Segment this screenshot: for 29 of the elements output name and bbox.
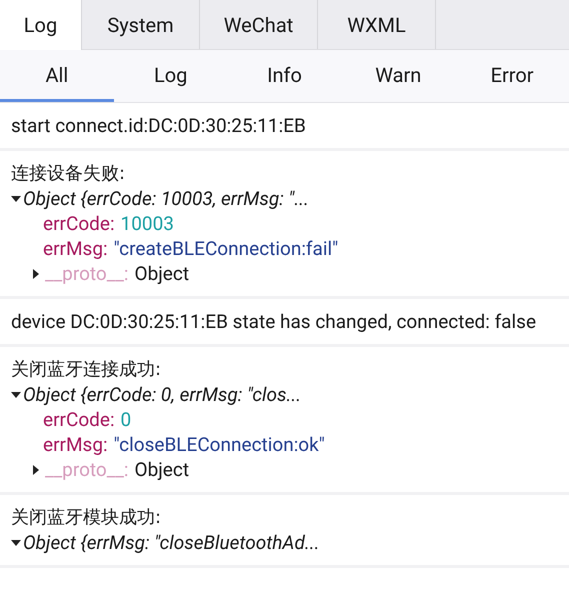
property-key: errMsg: <box>43 236 108 261</box>
caret-right-icon[interactable] <box>31 464 41 474</box>
property-value: 0 <box>120 407 132 432</box>
log-title: 连接设备失败: <box>11 162 126 186</box>
caret-down-icon[interactable] <box>11 538 21 548</box>
object-summary[interactable]: Object {errCode: 0, errMsg: "clos... <box>23 382 302 407</box>
property-value: Object <box>134 457 190 482</box>
filter-tab[interactable]: Log <box>114 50 228 102</box>
property-value: 10003 <box>120 211 174 236</box>
filter-tab[interactable]: Info <box>228 50 342 102</box>
filter-tab[interactable]: Warn <box>341 50 456 102</box>
tab[interactable]: Log <box>0 0 82 50</box>
log-title: 关闭蓝牙连接成功: <box>11 358 162 382</box>
caret-right-icon[interactable] <box>31 268 41 278</box>
object-summary[interactable]: Object {errMsg: "closeBluetoothAd... <box>23 530 320 555</box>
object-summary[interactable]: Object {errCode: 10003, errMsg: "... <box>23 186 309 211</box>
caret-down-icon[interactable] <box>11 194 21 204</box>
log-text: device DC:0D:30:25:11:EB state has changed, connected: false <box>11 309 538 334</box>
property-key: errCode: <box>43 211 115 236</box>
log-text: start connect.id:DC:0D:30:25:11:EB <box>11 113 307 138</box>
filter-tab[interactable]: Error <box>455 50 569 102</box>
property-key: errMsg: <box>43 432 108 457</box>
property-key: errCode: <box>43 407 115 432</box>
filter-tab[interactable]: All <box>0 50 114 102</box>
property-value: "createBLEConnection:fail" <box>112 236 338 261</box>
property-value: Object <box>134 261 190 286</box>
log-title: 关闭蓝牙模块成功: <box>11 506 162 530</box>
caret-down-icon[interactable] <box>11 390 21 400</box>
property-value: "closeBLEConnection:ok" <box>112 432 325 457</box>
